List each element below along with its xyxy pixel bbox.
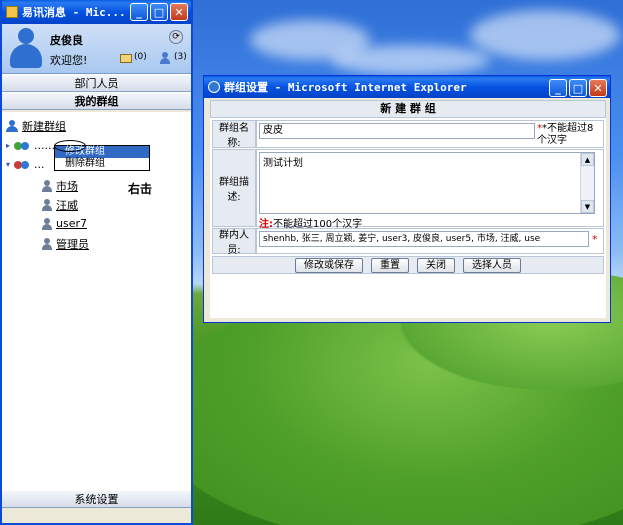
user-icon [42, 217, 52, 230]
user-icon [42, 180, 52, 192]
group-1-label[interactable]: ...... [34, 139, 55, 152]
close-button[interactable]: ✕ [170, 3, 188, 21]
new-group-icon [6, 120, 18, 132]
minimize-button[interactable]: _ [130, 3, 148, 21]
new-group-link[interactable]: 新建群组 [22, 118, 66, 134]
mail-count: (0) [134, 52, 147, 62]
scrollbar[interactable]: ▲ ▼ [580, 153, 594, 213]
app-icon [6, 6, 18, 18]
name-label: 群组名称: [212, 120, 256, 149]
group-settings-window: 群组设置 - Microsoft Internet Explorer _ □ ✕… [203, 75, 611, 323]
name-hint: **不能超过8个汉字 [537, 123, 594, 146]
group-name-input[interactable]: 皮皮 [259, 123, 535, 139]
expand-arrow-icon[interactable]: ▸ [6, 141, 10, 150]
refresh-icon[interactable]: ⟳ [169, 30, 183, 44]
group-form: 新 建 群 组 群组名称: 皮皮 **不能超过8个汉字 群组描述: 测试计划 ▲… [210, 100, 606, 318]
group-2-label[interactable]: ... [34, 158, 45, 171]
menu-item-delete-group[interactable]: 删除群组 [55, 158, 149, 170]
user-icon [42, 199, 52, 211]
system-settings-bar[interactable]: 系统设置 [2, 490, 191, 508]
member-item[interactable]: 汪威 [42, 197, 78, 213]
tree-group-1[interactable]: ▸ ...... [6, 139, 55, 152]
user-icon [42, 238, 52, 250]
minimize-button[interactable]: _ [549, 79, 567, 97]
form-heading: 新 建 群 组 [210, 100, 606, 118]
required-star: * [592, 232, 598, 246]
group-description-textarea[interactable]: 测试计划 ▲ ▼ [259, 152, 595, 214]
button-bar: 修改或保存 重置 关闭 选择人员 [212, 256, 604, 274]
tab-my-groups[interactable]: 我的群组 [2, 92, 191, 110]
mail-icon[interactable] [120, 54, 132, 63]
desc-label: 群组描述: [212, 149, 256, 227]
member-name[interactable]: user7 [56, 217, 87, 230]
avatar [8, 28, 44, 70]
member-item[interactable]: user7 [42, 217, 87, 230]
group-members-input[interactable]: shenhb, 张三, 周立颖, 姜宁, user3, 皮俊良, user5, … [259, 231, 589, 247]
welcome-text: 欢迎您! [50, 54, 88, 67]
tree-group-2[interactable]: ▾ ... [6, 158, 45, 171]
ie-title: 群组设置 - Microsoft Internet Explorer [224, 81, 467, 94]
member-name[interactable]: 管理员 [56, 236, 89, 252]
ie-titlebar[interactable]: 群组设置 - Microsoft Internet Explorer _ □ ✕ [204, 76, 610, 98]
online-count: (3) [174, 52, 187, 62]
right-click-annotation: 右击 [128, 182, 153, 196]
select-members-button[interactable]: 选择人员 [463, 257, 521, 273]
close-button[interactable]: ✕ [589, 79, 607, 97]
maximize-button[interactable]: □ [569, 79, 587, 97]
im-window: 易讯消息 - Mic... _ □ ✕ 皮俊良 欢迎您! ⟳ (0) (3) 部… [0, 0, 193, 525]
new-group-item[interactable]: 新建群组 [6, 118, 66, 134]
member-item[interactable]: 市场 [42, 178, 78, 194]
online-users-icon[interactable] [160, 52, 170, 64]
maximize-button[interactable]: □ [150, 3, 168, 21]
user-name: 皮俊良 [50, 34, 83, 47]
close-dialog-button[interactable]: 关闭 [417, 257, 455, 273]
members-row: 群内人员: shenhb, 张三, 周立颖, 姜宁, user3, 皮俊良, u… [212, 228, 604, 256]
save-button[interactable]: 修改或保存 [295, 257, 363, 273]
name-row: 群组名称: 皮皮 **不能超过8个汉字 [212, 120, 604, 149]
member-name[interactable]: 市场 [56, 178, 78, 194]
im-titlebar[interactable]: 易讯消息 - Mic... _ □ ✕ [2, 0, 191, 24]
collapse-arrow-icon[interactable]: ▾ [6, 160, 10, 169]
reset-button[interactable]: 重置 [371, 257, 409, 273]
member-name[interactable]: 汪威 [56, 197, 78, 213]
desc-row: 群组描述: 测试计划 ▲ ▼ 注:不能超过100个汉字 [212, 149, 604, 230]
group-icon [14, 159, 30, 171]
scroll-down-icon[interactable]: ▼ [581, 200, 594, 213]
members-label: 群内人员: [212, 228, 256, 256]
member-item[interactable]: 管理员 [42, 236, 89, 252]
group-icon [14, 140, 30, 152]
tab-department[interactable]: 部门人员 [2, 74, 191, 92]
user-header: 皮俊良 欢迎您! ⟳ (0) (3) [2, 24, 191, 74]
ie-icon [208, 81, 220, 93]
right-click-highlight [54, 140, 86, 152]
scroll-up-icon[interactable]: ▲ [581, 153, 594, 166]
im-title: 易讯消息 - Mic... [22, 6, 126, 19]
